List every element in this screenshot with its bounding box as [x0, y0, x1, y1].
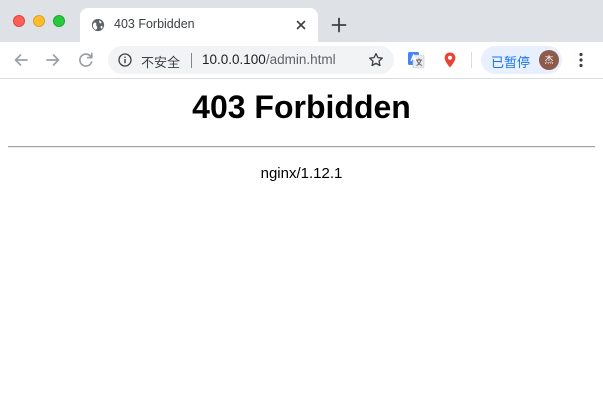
security-status[interactable]: 不安全	[141, 52, 180, 71]
tab-title: 403 Forbidden	[114, 17, 195, 31]
globe-icon	[91, 18, 105, 32]
info-icon[interactable]	[118, 53, 132, 67]
window-minimize-button[interactable]	[33, 15, 45, 27]
paused-label: 已暂停	[491, 55, 531, 70]
tab-strip: 403 Forbidden	[0, 0, 603, 42]
avatar: 杰	[539, 50, 559, 70]
plus-icon[interactable]	[330, 16, 348, 34]
google-translate-icon[interactable]	[407, 51, 425, 69]
browser-window: 403 Forbidden 不安全 10.0.0.100/admin.html …	[0, 0, 603, 402]
star-icon[interactable]	[368, 52, 384, 68]
more-vertical-icon[interactable]	[573, 50, 589, 70]
reload-icon[interactable]	[76, 50, 96, 70]
toolbar-divider	[471, 52, 472, 68]
profile-paused-button[interactable]: 已暂停 杰	[481, 46, 562, 74]
url-host: 10.0.0.100	[202, 52, 266, 67]
arrow-right-icon[interactable]	[43, 50, 63, 70]
tab-active[interactable]: 403 Forbidden	[80, 8, 318, 42]
page-content: 403 Forbidden nginx/1.12.1	[0, 79, 603, 402]
server-signature: nginx/1.12.1	[260, 165, 343, 182]
address-bar[interactable]: 不安全 10.0.0.100/admin.html	[108, 46, 394, 74]
omnibox-divider	[191, 53, 192, 68]
window-maximize-button[interactable]	[53, 15, 65, 27]
divider	[8, 146, 595, 148]
window-close-button[interactable]	[13, 15, 25, 27]
url-path: /admin.html	[265, 52, 336, 67]
toolbar: 不安全 10.0.0.100/admin.html 已暂停 杰	[0, 42, 603, 79]
page-title: 403 Forbidden	[192, 89, 411, 125]
map-pin-icon[interactable]	[441, 51, 459, 69]
url-text[interactable]: 10.0.0.100/admin.html	[202, 52, 336, 67]
arrow-left-icon[interactable]	[11, 50, 31, 70]
close-icon[interactable]	[294, 18, 308, 32]
